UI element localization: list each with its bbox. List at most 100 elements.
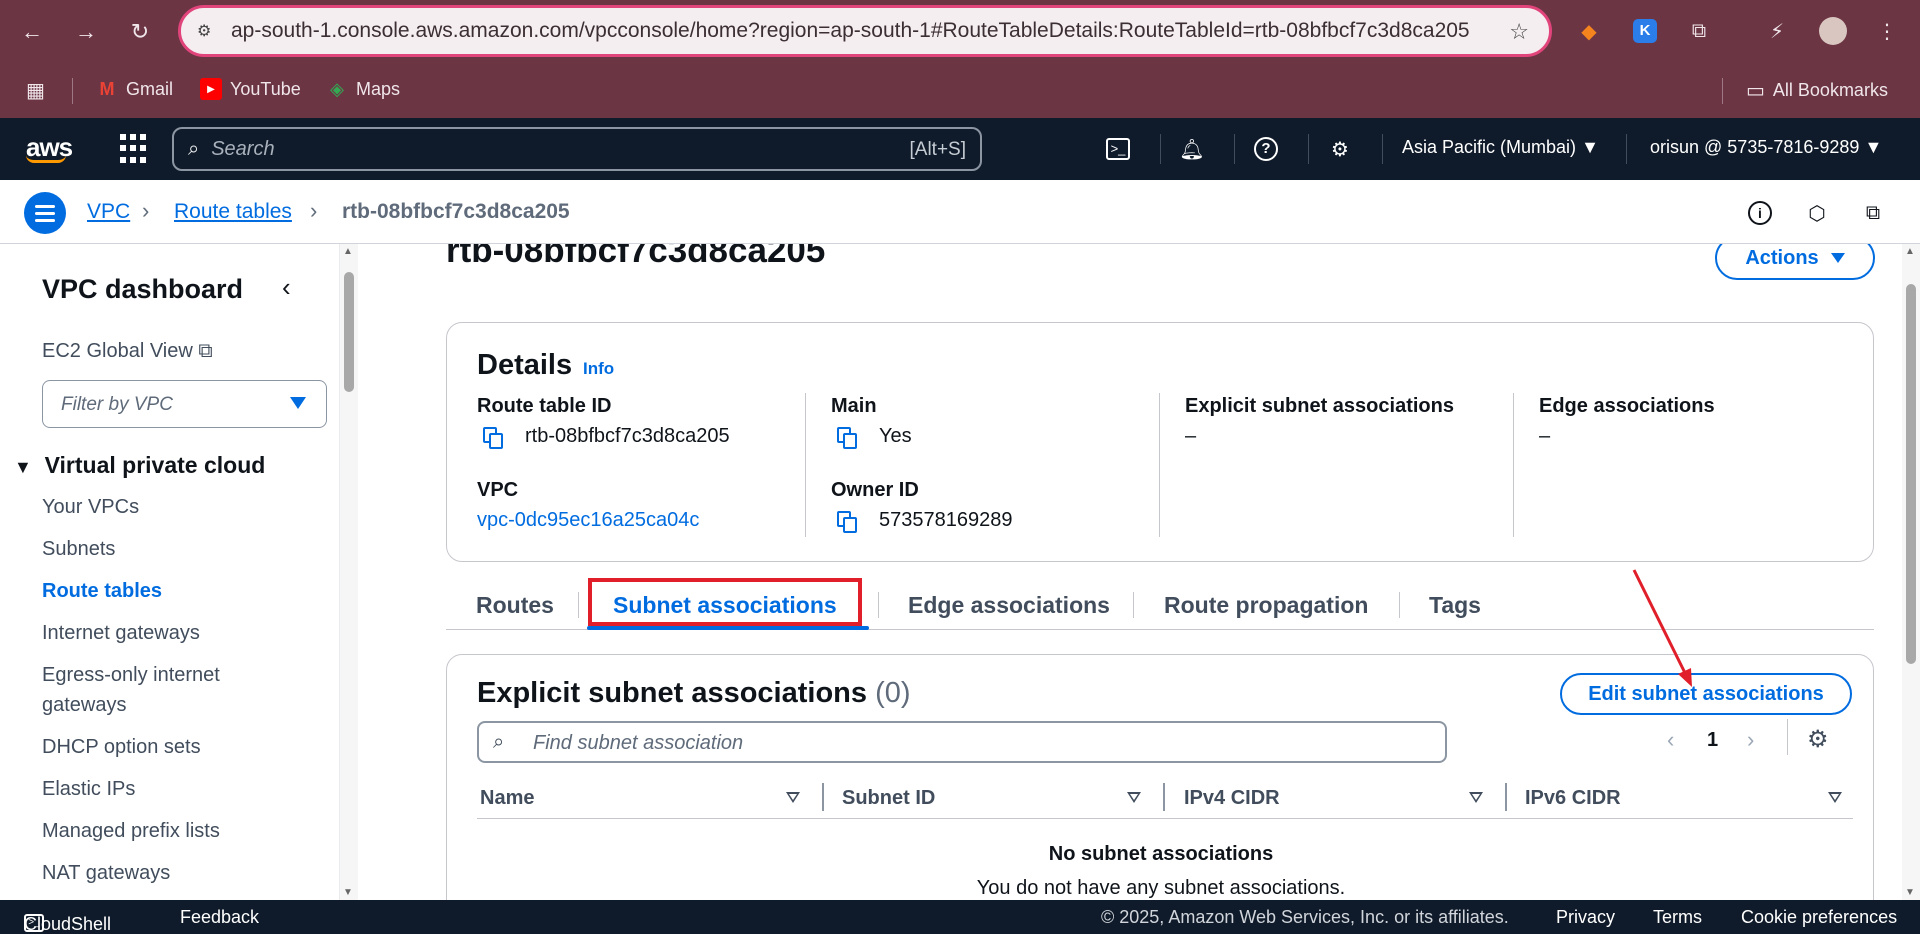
url-text[interactable]: ap-south-1.console.aws.amazon.com/vpccon… [231, 19, 1471, 43]
info-icon[interactable]: i [1745, 198, 1775, 228]
aws-search-input[interactable]: ⌕ Search [Alt+S] [172, 127, 982, 171]
column-header-ipv6-cidr[interactable]: IPv6 CIDR [1525, 787, 1621, 810]
sidebar-item-ec2-global-view[interactable]: EC2 Global View ⧉ [42, 340, 213, 363]
associations-heading: Explicit subnet associations (0) [477, 677, 911, 710]
sidebar-item-route-tables[interactable]: Route tables [42, 580, 162, 603]
sidebar-item-managed-prefix-lists[interactable]: Managed prefix lists [42, 820, 220, 843]
performance-icon[interactable]: ⚡ [1762, 16, 1792, 46]
column-header-subnet-id[interactable]: Subnet ID [842, 787, 935, 810]
forward-arrow-icon[interactable]: → [68, 14, 104, 50]
copy-icon[interactable] [483, 427, 505, 449]
breadcrumb-route-tables[interactable]: Route tables [174, 200, 292, 224]
edit-subnet-associations-button[interactable]: Edit subnet associations [1560, 673, 1852, 715]
caret-down-icon [290, 397, 306, 409]
column-resize-handle[interactable] [1163, 783, 1165, 811]
all-bookmarks[interactable]: ▭ All Bookmarks [1746, 78, 1888, 103]
sidebar-item-nat-gateways[interactable]: NAT gateways [42, 862, 170, 885]
scroll-down-icon[interactable]: ▼ [1905, 887, 1915, 898]
site-info-icon[interactable]: ⚙ [197, 21, 217, 41]
scroll-down-icon[interactable]: ▼ [343, 887, 353, 898]
scrollbar-thumb[interactable] [1906, 284, 1916, 664]
chrome-menu-icon[interactable]: ⋮ [1872, 16, 1902, 46]
account-menu[interactable]: orisun @ 5735-7816-9289 ▼ [1650, 137, 1882, 158]
youtube-icon: ▶ [200, 78, 222, 100]
services-grid-icon[interactable] [120, 134, 150, 164]
scroll-up-icon[interactable]: ▲ [343, 246, 353, 257]
collapse-sidebar-icon[interactable]: ‹ [282, 272, 291, 303]
filter-by-vpc-select[interactable]: Filter by VPC [42, 380, 327, 428]
apps-grid-icon[interactable]: ▦ [26, 78, 45, 103]
feedback-link[interactable]: Feedback [180, 907, 259, 928]
page-number[interactable]: 1 [1707, 729, 1718, 752]
feedback-hexagon-icon[interactable]: ⬡ [1802, 198, 1832, 228]
profile-avatar[interactable] [1818, 16, 1848, 46]
divider [1234, 134, 1235, 164]
copyright-text: © 2025, Amazon Web Services, Inc. or its… [1101, 907, 1509, 927]
settings-gear-icon[interactable]: ⚙ [1326, 135, 1354, 163]
divider [1308, 134, 1309, 164]
help-icon[interactable]: ? [1252, 135, 1280, 163]
tab-tags[interactable]: Tags [1429, 592, 1481, 619]
sort-icon[interactable] [786, 792, 800, 803]
privacy-link[interactable]: Privacy [1556, 907, 1615, 928]
chevron-right-icon: › [310, 198, 318, 223]
sort-icon[interactable] [1828, 792, 1842, 803]
cookie-preferences-link[interactable]: Cookie preferences [1741, 907, 1897, 928]
prev-page-icon[interactable]: ‹ [1667, 727, 1674, 753]
column-resize-handle[interactable] [822, 783, 824, 811]
terms-link[interactable]: Terms [1653, 907, 1702, 928]
actions-button[interactable]: Actions [1715, 244, 1875, 280]
reload-icon[interactable]: ↻ [122, 14, 158, 50]
bookmark-gmail[interactable]: M Gmail [96, 78, 174, 100]
sort-icon[interactable] [1127, 792, 1141, 803]
menu-hamburger-icon[interactable] [24, 192, 66, 234]
sort-icon[interactable] [1469, 792, 1483, 803]
sidebar-item-egress-only[interactable]: Egress-only internet [42, 664, 220, 687]
main-scrollbar[interactable]: ▲ ▼ [1902, 244, 1920, 900]
explicit-subnet-associations-label: Explicit subnet associations [1185, 395, 1454, 417]
sidebar-item-subnets[interactable]: Subnets [42, 538, 115, 561]
bookmark-label: YouTube [230, 78, 301, 99]
metamask-extension-icon[interactable]: ◆ [1574, 16, 1604, 46]
tab-routes[interactable]: Routes [476, 592, 554, 619]
tab-edge-associations[interactable]: Edge associations [908, 592, 1110, 619]
find-subnet-association-input[interactable]: ⌕ Find subnet association [477, 721, 1447, 763]
route-table-id-value: rtb-08bfbcf7c3d8ca205 [525, 425, 730, 447]
breadcrumb-bar: VPC › Route tables › rtb-08bfbcf7c3d8ca2… [0, 180, 1920, 244]
column-header-name[interactable]: Name [480, 787, 534, 810]
scroll-up-icon[interactable]: ▲ [1905, 246, 1915, 257]
vpc-link[interactable]: vpc-0dc95ec16a25ca04c [477, 509, 699, 532]
next-page-icon[interactable]: › [1747, 727, 1754, 753]
presentation-icon[interactable]: ⧉ [1858, 198, 1888, 228]
bookmark-youtube[interactable]: ▶ YouTube [200, 78, 301, 100]
address-bar[interactable]: ⚙ ap-south-1.console.aws.amazon.com/vpcc… [178, 5, 1552, 57]
sidebar-scrollbar[interactable]: ▲ ▼ [340, 244, 358, 900]
extensions-puzzle-icon[interactable]: ⧉ [1684, 16, 1714, 46]
sidebar-title[interactable]: VPC dashboard [42, 274, 243, 305]
cloudshell-icon[interactable]: >_ [1104, 135, 1132, 163]
column-header-ipv4-cidr[interactable]: IPv4 CIDR [1184, 787, 1280, 810]
sidebar-item-elastic-ips[interactable]: Elastic IPs [42, 778, 135, 801]
aws-logo[interactable]: aws [26, 132, 73, 163]
sidebar-item-egress-only-cont[interactable]: gateways [42, 694, 127, 717]
divider [1382, 134, 1383, 164]
copy-icon[interactable] [837, 427, 859, 449]
column-resize-handle[interactable] [1505, 783, 1507, 811]
copy-icon[interactable] [837, 511, 859, 533]
breadcrumb-vpc[interactable]: VPC [87, 200, 130, 224]
sidebar-section-virtual-private-cloud[interactable]: ▼ Virtual private cloud [14, 452, 265, 479]
region-selector[interactable]: Asia Pacific (Mumbai) ▼ [1402, 137, 1599, 158]
table-settings-gear-icon[interactable]: ⚙ [1807, 725, 1829, 754]
sidebar-item-dhcp-option-sets[interactable]: DHCP option sets [42, 736, 201, 759]
sidebar-item-your-vpcs[interactable]: Your VPCs [42, 496, 139, 519]
scrollbar-thumb[interactable] [344, 272, 354, 392]
bell-icon[interactable]: 🔔︎ [1178, 135, 1206, 163]
bookmark-maps[interactable]: ◈ Maps [326, 78, 400, 100]
back-arrow-icon[interactable]: ← [14, 14, 50, 50]
k-extension-icon[interactable]: K [1630, 16, 1660, 46]
sidebar-item-internet-gateways[interactable]: Internet gateways [42, 622, 200, 645]
tab-route-propagation[interactable]: Route propagation [1164, 592, 1368, 619]
bookmark-star-icon[interactable]: ☆ [1509, 19, 1529, 45]
breadcrumb-current: rtb-08bfbcf7c3d8ca205 [342, 200, 570, 223]
info-link[interactable]: Info [583, 359, 614, 379]
